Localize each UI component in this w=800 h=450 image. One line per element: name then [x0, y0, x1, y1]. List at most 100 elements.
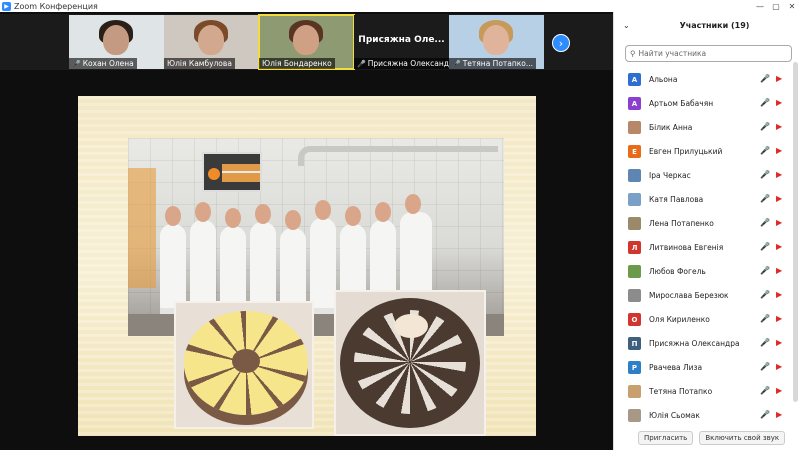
participant-name: Альона — [649, 75, 678, 84]
minimize-button[interactable]: — — [752, 2, 768, 11]
thumbnail-caption: 🎤 Кохан Олена — [69, 58, 137, 69]
video-off-icon[interactable]: ▶ — [776, 362, 782, 371]
participant-name: Іра Черкас — [649, 171, 691, 180]
thumbnail-caption: Юлія Камбулова — [164, 58, 235, 69]
video-off-icon[interactable]: ▶ — [776, 266, 782, 275]
baking-success-logo — [202, 152, 262, 192]
participant-avatar: A — [628, 97, 641, 110]
mic-muted-icon[interactable]: 🎤 — [760, 194, 770, 203]
participant-row[interactable]: Любов Фогель 🎤 ▶ — [614, 260, 796, 284]
participant-name: Тетяна Потапко — [649, 387, 713, 396]
mic-muted-icon[interactable]: 🎤 — [760, 314, 770, 323]
participant-row[interactable]: Л Литвинова Евгенія 🎤 ▶ — [614, 236, 796, 260]
participant-thumbnail[interactable]: Присяжна Оле... 🎤Присяжна Олександр... — [354, 15, 449, 69]
invite-button[interactable]: Пригласить — [638, 431, 694, 445]
video-off-icon[interactable]: ▶ — [776, 122, 782, 131]
next-page-arrow-icon[interactable]: › — [552, 34, 570, 52]
video-off-icon[interactable]: ▶ — [776, 170, 782, 179]
participant-name: Катя Павлова — [649, 195, 704, 204]
participants-title: Участники (19) — [679, 21, 750, 30]
participant-row[interactable]: Іра Черкас 🎤 ▶ — [614, 164, 796, 188]
search-participants-input[interactable]: ⚲ Найти участника — [625, 45, 792, 62]
mic-muted-icon[interactable]: 🎤 — [760, 386, 770, 395]
participant-row[interactable]: O Оля Кириленко 🎤 ▶ — [614, 308, 796, 332]
mic-muted-icon[interactable]: 🎤 — [760, 122, 770, 131]
participant-row[interactable]: A Альона 🎤 ▶ — [614, 68, 796, 92]
participant-row[interactable]: П Присяжна Олександра 🎤 ▶ — [614, 332, 796, 356]
mic-muted-icon[interactable]: 🎤 — [760, 218, 770, 227]
thumbnail-face — [483, 25, 509, 55]
participants-footer: Пригласить Включить свой звук — [614, 426, 800, 450]
participant-avatar: A — [628, 73, 641, 86]
participant-name: Мирослава Березюк — [649, 291, 729, 300]
logo-lettering — [222, 164, 260, 182]
video-off-icon[interactable]: ▶ — [776, 194, 782, 203]
cake-photo-sliced — [174, 301, 314, 429]
thumbnail-strip: 🎤 Кохан Олена Юлія Камбулова Юлія Бондаре… — [0, 14, 613, 70]
cake-cream-rose — [394, 314, 428, 338]
photo-orange-banner — [128, 168, 156, 288]
participant-name: Евген Прилуцький — [649, 147, 723, 156]
video-off-icon[interactable]: ▶ — [776, 410, 782, 419]
participant-name: Литвинова Евгенія — [649, 243, 724, 252]
window-title: Zoom Конференция — [14, 1, 98, 11]
thumbnail-face — [198, 25, 224, 55]
thumbnail-name: Присяжна Олександр... — [367, 59, 449, 68]
video-off-icon[interactable]: ▶ — [776, 338, 782, 347]
participants-scrollbar[interactable] — [793, 54, 798, 414]
participant-row[interactable]: A Артьом Бабачян 🎤 ▶ — [614, 92, 796, 116]
mic-muted-icon[interactable]: 🎤 — [760, 338, 770, 347]
video-off-icon[interactable]: ▶ — [776, 218, 782, 227]
mic-muted-icon: 🎤 — [452, 59, 461, 68]
mic-muted-icon[interactable]: 🎤 — [760, 410, 770, 419]
participant-thumbnail-active[interactable]: Юлія Бондаренко — [258, 14, 355, 70]
participant-name: Юлія Сьомак — [649, 411, 700, 420]
mic-muted-icon[interactable]: 🎤 — [760, 74, 770, 83]
participant-name: Білик Анна — [649, 123, 693, 132]
mic-muted-icon[interactable]: 🎤 — [760, 146, 770, 155]
mic-muted-icon[interactable]: 🎤 — [760, 266, 770, 275]
video-off-icon[interactable]: ▶ — [776, 386, 782, 395]
mic-muted-icon[interactable]: 🎤 — [760, 290, 770, 299]
video-off-icon[interactable]: ▶ — [776, 242, 782, 251]
participant-name: Артьом Бабачян — [649, 99, 714, 108]
zoom-app-icon: ▶ — [2, 1, 11, 11]
close-button[interactable]: ✕ — [784, 2, 800, 11]
mic-muted-icon[interactable]: 🎤 — [760, 242, 770, 251]
participant-name: Оля Кириленко — [649, 315, 710, 324]
mic-muted-icon[interactable]: 🎤 — [760, 362, 770, 371]
shared-screen-slide — [78, 96, 536, 436]
thumbnail-display-name: Присяжна Оле... — [358, 35, 445, 45]
video-off-icon[interactable]: ▶ — [776, 314, 782, 323]
video-off-icon[interactable]: ▶ — [776, 74, 782, 83]
participant-row[interactable]: Юлія Сьомак 🎤 ▶ — [614, 404, 796, 428]
zoom-window: ▶ Zoom Конференция — ▢ ✕ 🎤 Кохан Олена Юл… — [0, 0, 800, 450]
mic-muted-icon[interactable]: 🎤 — [760, 98, 770, 107]
participant-row[interactable]: Мирослава Березюк 🎤 ▶ — [614, 284, 796, 308]
participant-row[interactable]: Тетяна Потапко 🎤 ▶ — [614, 380, 796, 404]
participants-panel: ⌄ Участники (19) ⚲ Найти участника A Альо… — [613, 12, 800, 450]
participant-row[interactable]: Білик Анна 🎤 ▶ — [614, 116, 796, 140]
cake-photo-decorated — [334, 290, 486, 436]
maximize-button[interactable]: ▢ — [768, 2, 784, 11]
participant-avatar: E — [628, 145, 641, 158]
thumbnail-name: Юлія Камбулова — [167, 59, 232, 68]
participant-avatar — [628, 385, 641, 398]
video-off-icon[interactable]: ▶ — [776, 146, 782, 155]
mic-muted-icon[interactable]: 🎤 — [760, 170, 770, 179]
photo-ventilation-duct — [298, 146, 498, 166]
participant-row[interactable]: Лена Потапенко 🎤 ▶ — [614, 212, 796, 236]
participant-thumbnail[interactable]: 🎤 Тетяна Потапко... — [449, 15, 544, 69]
scrollbar-thumb[interactable] — [793, 62, 798, 402]
video-off-icon[interactable]: ▶ — [776, 98, 782, 107]
video-off-icon[interactable]: ▶ — [776, 290, 782, 299]
participant-row[interactable]: Катя Павлова 🎤 ▶ — [614, 188, 796, 212]
unmute-self-button[interactable]: Включить свой звук — [699, 431, 786, 445]
thumbnail-name: Юлія Бондаренко — [262, 59, 332, 68]
participant-row[interactable]: E Евген Прилуцький 🎤 ▶ — [614, 140, 796, 164]
participant-row[interactable]: P Рвачева Лиза 🎤 ▶ — [614, 356, 796, 380]
participant-thumbnail[interactable]: 🎤 Кохан Олена — [69, 15, 164, 69]
participant-avatar — [628, 289, 641, 302]
participant-thumbnail[interactable]: Юлія Камбулова — [164, 15, 259, 69]
participant-avatar — [628, 121, 641, 134]
